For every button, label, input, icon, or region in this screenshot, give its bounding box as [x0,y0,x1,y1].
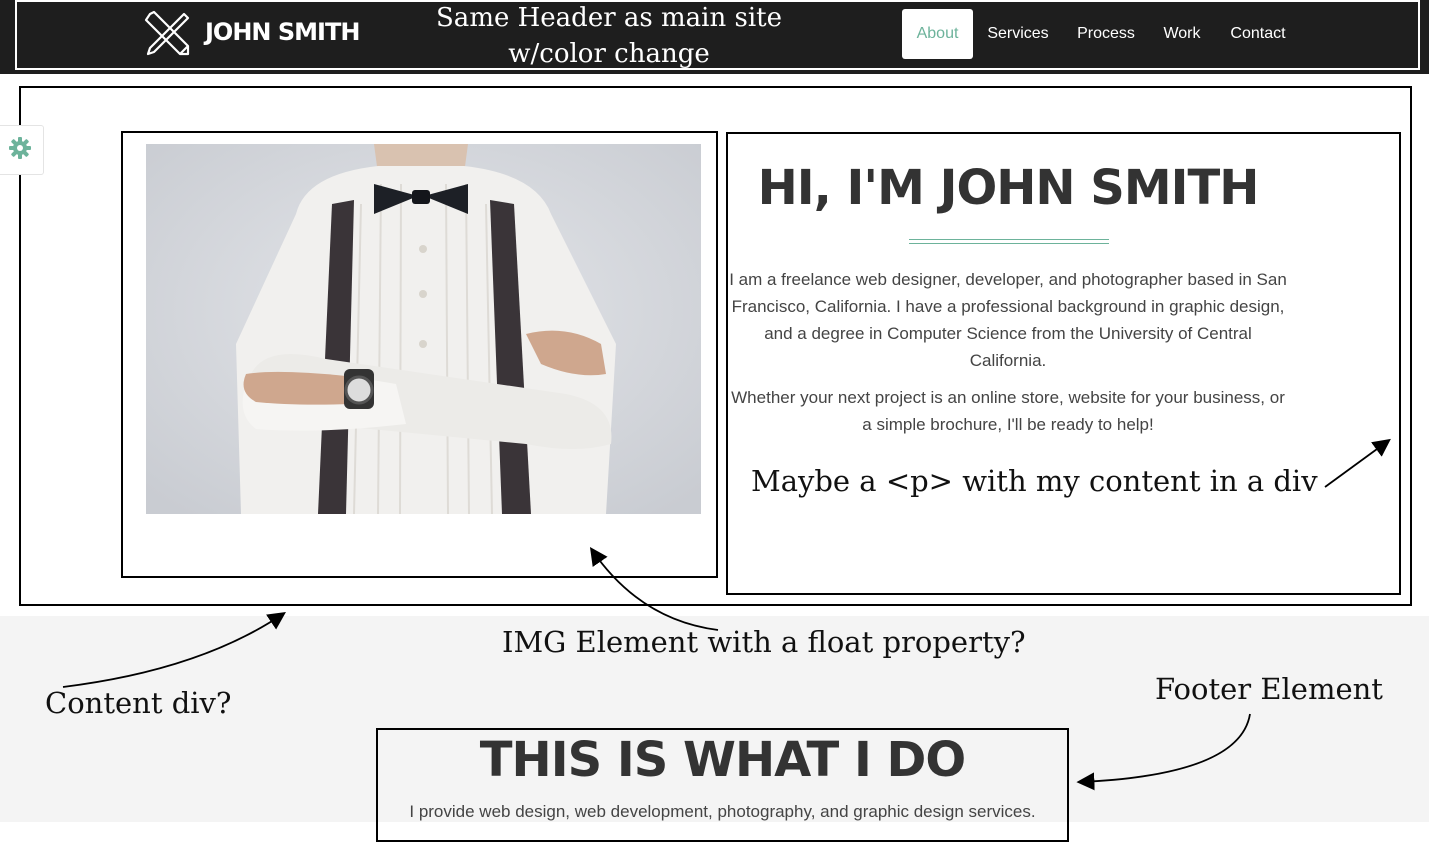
footer-annotation: Footer Element [1155,672,1383,706]
hero-title: HI, I'M JOHN SMITH [757,160,1260,216]
nav-about[interactable]: About [902,9,973,59]
logo-text[interactable]: JOHN SMITH [205,18,360,46]
pencil-cross-logo-icon[interactable] [144,10,192,58]
content-annotation: Content div? [45,686,232,720]
title-underline [909,239,1109,240]
footer-title: THIS IS WHAT I DO [479,732,966,788]
footer-text: I provide web design, web development, p… [409,802,1036,821]
paragraph-annotation: Maybe a <p> with my content in a div [751,464,1318,498]
image-annotation: IMG Element with a float property? [502,625,1026,659]
nav-services[interactable]: Services [980,9,1056,59]
nav-contact[interactable]: Contact [1222,9,1294,59]
header-annotation: Same Header as main site w/color change [436,3,782,69]
nav-process[interactable]: Process [1068,9,1144,59]
bio-paragraph-1: I am a freelance web designer, developer… [729,270,1287,370]
bio-paragraph-2: Whether your next project is an online s… [731,388,1285,434]
title-underline-2 [909,243,1109,244]
nav-work[interactable]: Work [1158,9,1206,59]
gear-icon[interactable] [9,137,31,159]
man-with-crossed-arms-photo [146,144,701,514]
